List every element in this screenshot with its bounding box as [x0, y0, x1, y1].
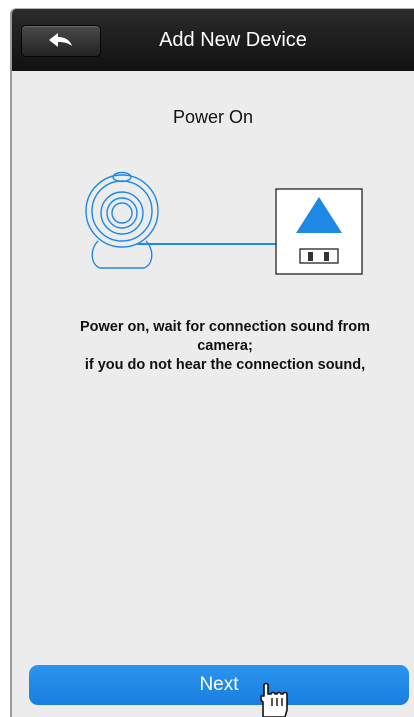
instruction-line: if you do not hear the connection sound,	[84, 357, 366, 373]
power-outlet-icon	[275, 188, 363, 275]
next-button[interactable]: Next	[29, 665, 409, 705]
instruction-line: camera;	[197, 338, 253, 354]
phone-screen: Add New Device Power On Power on, wait f…	[10, 8, 414, 717]
instruction-line: Power on, wait for connection sound from	[79, 319, 370, 335]
instruction-text: Power on, wait for connection sound from…	[40, 318, 410, 375]
back-arrow-icon	[49, 33, 72, 47]
webcam-icon	[85, 171, 159, 269]
navigation-bar: Add New Device	[12, 9, 414, 71]
hand-pointer-icon	[260, 682, 288, 717]
step-title: Power On	[172, 107, 254, 127]
power-on-illustration	[85, 171, 363, 275]
next-button-label: Next	[199, 674, 239, 695]
back-button[interactable]	[21, 25, 101, 57]
page-title: Add New Device	[159, 29, 307, 51]
